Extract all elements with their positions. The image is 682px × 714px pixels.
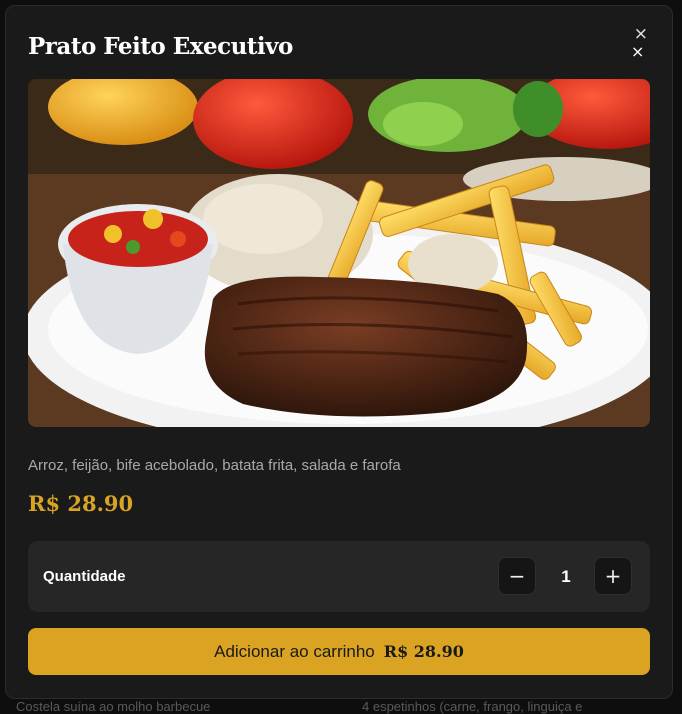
add-to-cart-button[interactable]: Adicionar ao carrinho R$ 28.90 [28, 628, 650, 675]
add-to-cart-price: R$ 28.90 [383, 642, 464, 661]
minus-icon: − [508, 564, 526, 588]
product-modal: × × Prato Feito Executivo Arroz, feijão,… [5, 5, 673, 699]
quantity-panel: Quantidade − 1 + [28, 541, 650, 612]
product-description: Arroz, feijão, bife acebolado, batata fr… [28, 457, 401, 474]
increment-button[interactable]: + [594, 557, 632, 595]
quantity-value: 1 [561, 567, 571, 586]
close-icon[interactable]: × [631, 44, 644, 60]
add-to-cart-label: Adicionar ao carrinho [214, 641, 375, 661]
dish-photo-icon [28, 79, 650, 427]
quantity-label: Quantidade [43, 568, 126, 585]
product-price: R$ 28.90 [28, 491, 134, 516]
dialog-close-icon[interactable]: × [634, 26, 648, 43]
product-title: Prato Feito Executivo [28, 33, 293, 60]
product-image [28, 79, 650, 427]
plus-icon: + [604, 564, 622, 588]
decrement-button[interactable]: − [498, 557, 536, 595]
